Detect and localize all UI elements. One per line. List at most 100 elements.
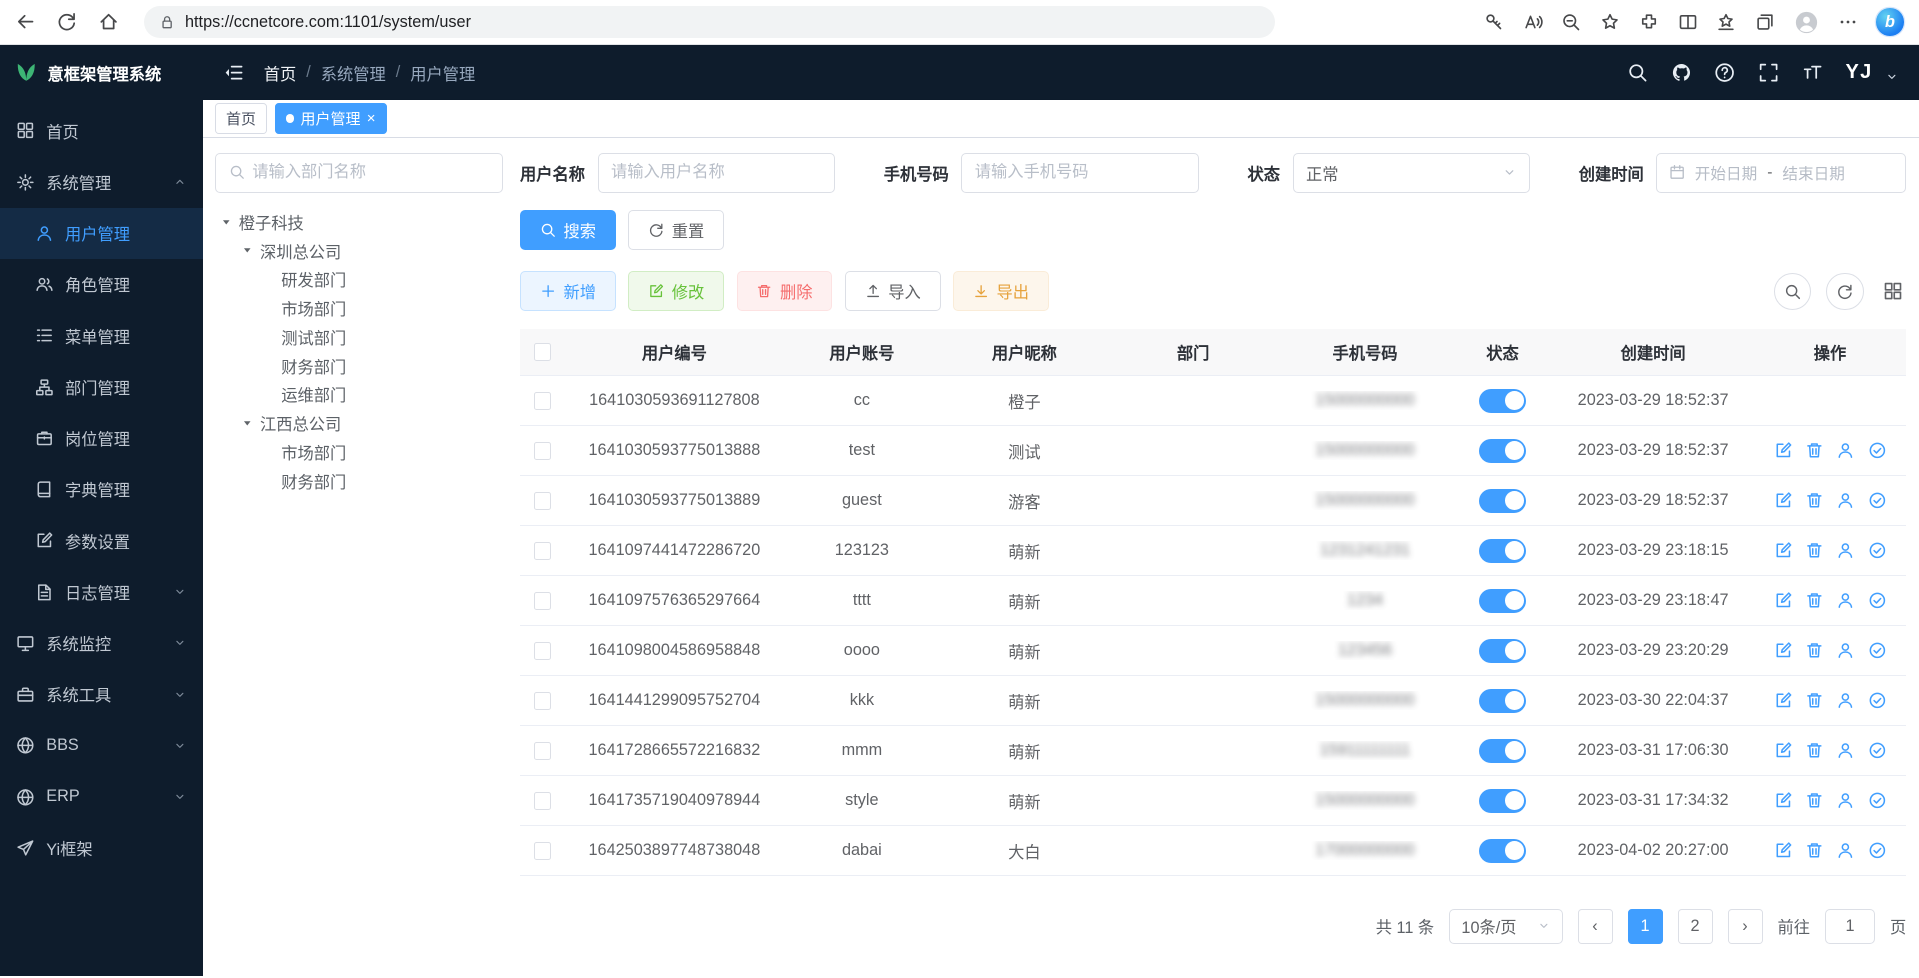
sidebar-item-14[interactable]: Yi框架 [0,823,203,874]
tab-close-icon[interactable]: × [367,111,376,126]
tree-node[interactable]: 橙子科技 [215,208,503,237]
row-assign-role-button[interactable] [1868,441,1887,460]
sidebar-item-4[interactable]: 菜单管理 [0,310,203,361]
sidebar-item-7[interactable]: 字典管理 [0,464,203,515]
row-reset-password-button[interactable] [1836,441,1855,460]
row-reset-password-button[interactable] [1836,791,1855,810]
prev-page-button[interactable]: ‹ [1578,909,1613,944]
phone-input[interactable] [961,153,1199,193]
row-delete-button[interactable] [1805,691,1824,710]
status-toggle[interactable] [1479,539,1527,563]
caret-down-icon[interactable] [241,417,254,430]
row-edit-button[interactable] [1774,491,1793,510]
status-select[interactable]: 正常 [1293,153,1531,193]
page-button-2[interactable]: 2 [1678,909,1713,944]
zoom-out-icon[interactable] [1561,12,1581,32]
breadcrumb-item[interactable]: 系统管理 [321,61,386,85]
row-delete-button[interactable] [1805,641,1824,660]
reset-button[interactable]: 重置 [628,210,724,250]
tree-node[interactable]: 运维部门 [215,380,503,409]
tree-node[interactable]: 市场部门 [215,294,503,323]
row-checkbox[interactable] [534,492,552,510]
table-refresh-button[interactable] [1826,273,1864,311]
tree-node[interactable]: 测试部门 [215,323,503,352]
favorites-bar-icon[interactable] [1716,12,1736,32]
search-icon[interactable] [1627,62,1648,83]
date-start-placeholder[interactable]: 开始日期 [1695,162,1757,184]
sidebar-item-13[interactable]: ERP [0,771,203,822]
row-assign-role-button[interactable] [1868,641,1887,660]
row-delete-button[interactable] [1805,741,1824,760]
caret-down-icon[interactable] [220,216,233,229]
favorite-add-icon[interactable] [1600,12,1620,32]
row-checkbox[interactable] [534,592,552,610]
sidebar-item-3[interactable]: 角色管理 [0,259,203,310]
key-icon[interactable] [1484,12,1504,32]
sidebar-item-11[interactable]: 系统工具 [0,669,203,720]
status-toggle[interactable] [1479,639,1527,663]
page-button-1[interactable]: 1 [1628,909,1663,944]
row-checkbox[interactable] [534,692,552,710]
sidebar-item-9[interactable]: 日志管理 [0,566,203,617]
goto-page-input[interactable] [1825,909,1875,944]
address-bar[interactable]: https://ccnetcore.com:1101/system/user [144,6,1275,39]
sidebar-item-6[interactable]: 岗位管理 [0,413,203,464]
sidebar-item-5[interactable]: 部门管理 [0,361,203,412]
row-assign-role-button[interactable] [1868,691,1887,710]
row-assign-role-button[interactable] [1868,791,1887,810]
row-reset-password-button[interactable] [1836,641,1855,660]
row-assign-role-button[interactable] [1868,591,1887,610]
breadcrumb-item[interactable]: 首页 [264,61,297,85]
caret-down-icon[interactable] [241,244,254,257]
breadcrumb-item[interactable]: 用户管理 [410,61,475,85]
sidebar-item-2[interactable]: 用户管理 [0,208,203,259]
tree-node[interactable]: 江西总公司 [215,409,503,438]
row-checkbox[interactable] [534,792,552,810]
table-columns-button[interactable] [1879,278,1907,306]
row-reset-password-button[interactable] [1836,541,1855,560]
row-assign-role-button[interactable] [1868,741,1887,760]
row-reset-password-button[interactable] [1836,741,1855,760]
status-toggle[interactable] [1479,689,1527,713]
more-icon[interactable] [1838,12,1858,32]
search-button[interactable]: 搜索 [520,210,616,250]
row-checkbox[interactable] [534,842,552,860]
import-button[interactable]: 导入 [845,271,941,311]
status-toggle[interactable] [1479,589,1527,613]
tree-node[interactable]: 深圳总公司 [215,236,503,265]
row-delete-button[interactable] [1805,591,1824,610]
bing-copilot-icon[interactable]: b [1876,8,1904,36]
table-search-button[interactable] [1774,273,1812,311]
user-logo[interactable]: YJ [1846,61,1873,84]
status-toggle[interactable] [1479,839,1527,863]
split-screen-icon[interactable] [1678,12,1698,32]
page-size-select[interactable]: 10条/页 [1449,909,1562,944]
dept-search-box[interactable] [215,153,503,193]
sidebar-item-12[interactable]: BBS [0,720,203,771]
edit-button[interactable]: 修改 [628,271,724,311]
row-checkbox[interactable] [534,542,552,560]
row-delete-button[interactable] [1805,441,1824,460]
tab-home[interactable]: 首页 [215,103,267,134]
dept-search-input[interactable] [252,163,489,182]
row-checkbox[interactable] [534,442,552,460]
tree-node[interactable]: 市场部门 [215,438,503,467]
row-edit-button[interactable] [1774,741,1793,760]
row-edit-button[interactable] [1774,641,1793,660]
extensions-icon[interactable] [1639,12,1659,32]
next-page-button[interactable]: › [1728,909,1763,944]
tree-node[interactable]: 研发部门 [215,265,503,294]
collapse-sidebar-icon[interactable] [223,62,244,83]
add-button[interactable]: 新增 [520,271,616,311]
github-icon[interactable] [1671,62,1692,83]
row-reset-password-button[interactable] [1836,491,1855,510]
row-delete-button[interactable] [1805,541,1824,560]
row-checkbox[interactable] [534,392,552,410]
read-aloud-icon[interactable] [1523,12,1543,32]
sidebar-item-10[interactable]: 系统监控 [0,618,203,669]
username-input[interactable] [598,153,836,193]
export-button[interactable]: 导出 [953,271,1049,311]
tree-node[interactable]: 财务部门 [215,466,503,495]
status-toggle[interactable] [1479,739,1527,763]
status-toggle[interactable] [1479,789,1527,813]
